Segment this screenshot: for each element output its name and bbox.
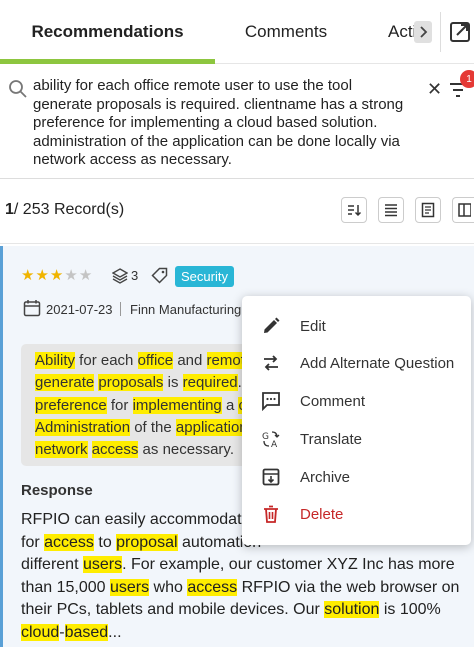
text-segment: of the <box>130 418 176 436</box>
highlighted-term: office <box>137 352 174 369</box>
highlighted-term: access <box>91 441 139 459</box>
text-segment: who <box>149 578 188 596</box>
text-segment: and <box>173 352 207 369</box>
highlighted-term: users <box>82 556 123 573</box>
highlighted-term: cloud <box>21 623 60 641</box>
text-segment: for <box>21 533 45 551</box>
divider <box>440 12 441 52</box>
star-filled-icon[interactable]: ★ <box>35 268 48 283</box>
star-rating[interactable]: ★ ★ ★ ★ ★ <box>21 268 92 283</box>
highlighted-term: proposals <box>98 374 164 392</box>
filter-count-badge: 1 <box>460 70 474 88</box>
layers-icon <box>112 268 128 284</box>
highlighted-term: solution <box>324 601 380 618</box>
text-segment: than 15,000 <box>21 578 110 596</box>
menu-item-edit[interactable]: Edit <box>242 307 471 345</box>
chevron-right-icon <box>420 26 428 38</box>
tag-badge[interactable]: Security <box>175 266 234 287</box>
text-segment: different <box>21 556 83 573</box>
highlighted-term: based <box>64 623 109 641</box>
highlighted-term: required <box>182 374 238 392</box>
split-view-button[interactable] <box>452 197 474 223</box>
text-segment: for each <box>75 352 138 369</box>
columns-icon <box>457 203 471 217</box>
highlighted-term: generate <box>35 374 95 392</box>
tab-recommendations[interactable]: Recommendations <box>0 0 215 64</box>
svg-text:G: G <box>262 432 269 442</box>
list-icon <box>385 204 397 217</box>
menu-item-archive[interactable]: Archive <box>242 458 471 496</box>
company-name: Finn Manufacturing C <box>130 302 255 317</box>
menu-item-delete[interactable]: Delete <box>242 495 471 533</box>
sort-icon <box>348 205 362 217</box>
swap-arrows-icon <box>264 355 278 371</box>
record-date: 2021-07-23 <box>46 302 113 317</box>
calendar-icon <box>23 300 41 317</box>
translate-icon: GA <box>262 431 280 449</box>
text-segment: RFPIO via the web browser on <box>237 578 460 596</box>
sort-button[interactable] <box>341 197 367 223</box>
tag-icon <box>151 267 168 284</box>
highlighted-term: users <box>109 578 150 596</box>
highlighted-term: preference <box>35 396 107 414</box>
star-empty-icon[interactable]: ★ <box>79 268 92 283</box>
detail-view-button[interactable] <box>415 197 441 223</box>
divider <box>120 302 121 316</box>
tab-bar: Recommendations Comments Activity <box>0 0 474 64</box>
menu-item-comment[interactable]: Comment <box>242 382 471 420</box>
menu-item-translate[interactable]: GA Translate <box>242 420 471 458</box>
text-line: different users. For example, our custom… <box>21 554 471 577</box>
highlighted-term: Ability <box>35 352 76 369</box>
highlighted-term: application <box>175 418 248 436</box>
text-segment: their PCs, tablets and mobile devices. O… <box>21 601 325 618</box>
comment-icon <box>262 392 280 411</box>
text-line: their PCs, tablets and mobile devices. O… <box>21 599 471 622</box>
highlighted-term: Administration <box>35 418 131 436</box>
text-segment: is <box>163 374 183 392</box>
highlighted-term: implementing <box>132 396 222 414</box>
text-segment: - <box>59 623 65 641</box>
search-input[interactable]: ability for each office remote user to u… <box>33 77 415 170</box>
text-segment: as necessary. <box>138 441 234 459</box>
svg-text:A: A <box>271 440 278 449</box>
archive-icon <box>262 468 280 486</box>
open-external-icon[interactable] <box>448 20 472 44</box>
star-empty-icon[interactable]: ★ <box>64 268 77 283</box>
text-segment: is 100% <box>379 601 441 618</box>
response-label: Response <box>21 482 93 499</box>
text-segment: for <box>106 396 133 414</box>
trash-icon <box>264 505 278 523</box>
highlighted-term: access <box>187 578 238 596</box>
pencil-icon <box>264 317 280 333</box>
star-filled-icon[interactable]: ★ <box>50 268 63 283</box>
tab-comments[interactable]: Comments <box>215 0 357 64</box>
text-segment: a <box>221 396 239 414</box>
search-icon <box>9 80 27 98</box>
text-segment: RFPIO can easily accommodate <box>21 511 251 528</box>
document-icon <box>421 202 435 218</box>
highlighted-term: network <box>35 441 88 459</box>
highlighted-term: proposal <box>116 533 178 551</box>
context-menu: Edit Add Alternate Question Comment GA T… <box>242 296 471 545</box>
alternate-count: 3 <box>131 268 139 283</box>
star-filled-icon[interactable]: ★ <box>21 268 34 283</box>
text-segment: . For example, our customer XYZ Inc has … <box>122 556 455 573</box>
records-toolbar: 1/ 253 Record(s) <box>0 180 474 244</box>
text-segment: to <box>93 533 117 551</box>
text-line: than 15,000 users who access RFPIO via t… <box>21 577 471 600</box>
highlighted-term: access <box>44 533 94 551</box>
list-view-button[interactable] <box>378 197 404 223</box>
menu-item-add-alternate-question[interactable]: Add Alternate Question <box>242 344 471 382</box>
search-box[interactable]: ability for each office remote user to u… <box>0 66 474 179</box>
close-icon[interactable]: ✕ <box>427 80 442 98</box>
record-count: 1/ 253 Record(s) <box>5 201 125 218</box>
text-segment: ... <box>108 623 122 641</box>
tabs-scroll-right-button[interactable] <box>414 21 432 43</box>
text-line: cloud-based... <box>21 622 471 645</box>
